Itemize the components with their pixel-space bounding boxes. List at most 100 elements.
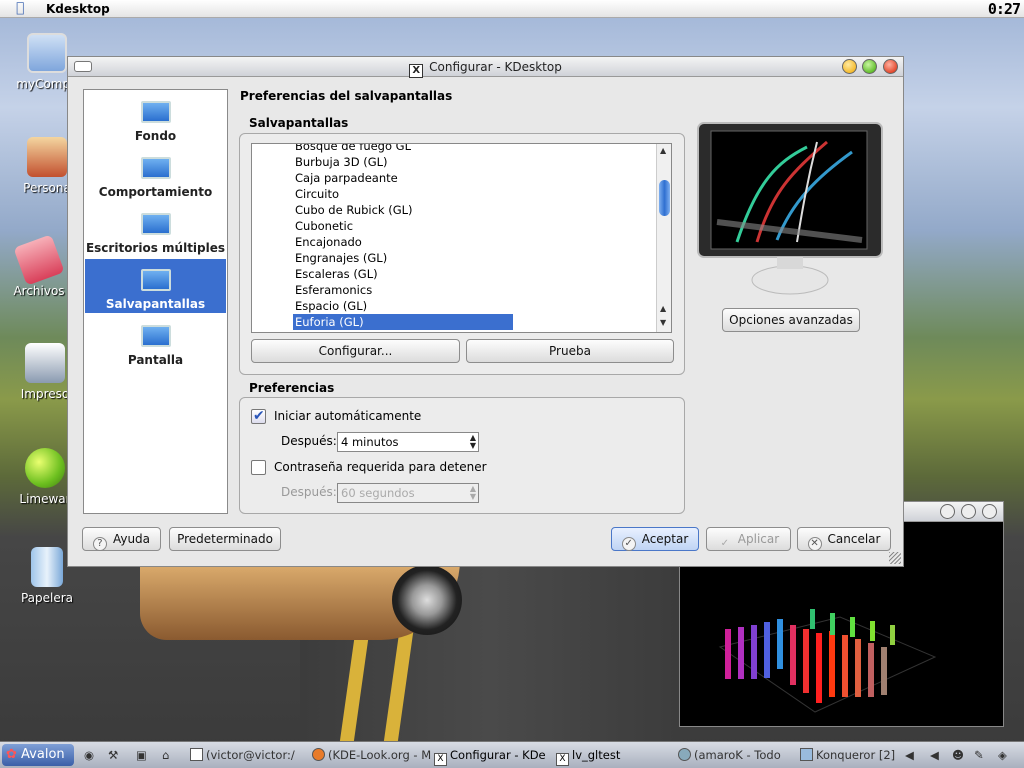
trash-icon (31, 547, 63, 587)
task-konqueror[interactable]: Konqueror [2] (800, 745, 895, 766)
task-configurar[interactable]: X Configurar - KDe (434, 745, 546, 766)
start-button[interactable]: ✿ Avalon (2, 744, 74, 766)
password-delay-spinbox[interactable]: 60 segundos ▲ ▼ (337, 483, 479, 503)
close-icon[interactable] (883, 59, 898, 74)
quicklaunch-tools-icon[interactable]: ⚒ (108, 745, 118, 766)
maximize-icon[interactable] (862, 59, 877, 74)
scroll-up-icon[interactable]: ▲ (660, 146, 666, 155)
desktop-icon-files[interactable]: Archivos (4, 234, 74, 298)
screensaver-group-label: Salvapantallas (249, 116, 349, 130)
help-label: Ayuda (112, 532, 151, 546)
desktop-icon-label: Limewar (19, 492, 71, 506)
password-label: Contraseña requerida para detener (274, 460, 487, 474)
dialog-title-bar[interactable]: X Configurar - KDesktop (68, 57, 903, 78)
quicklaunch-konqueror-icon[interactable]: ◉ (84, 745, 94, 766)
list-item-selected[interactable]: Euforia (GL) (293, 314, 513, 330)
apply-check-icon: ✓ (720, 538, 729, 549)
start-delay-value: 4 minutos (341, 435, 399, 449)
top-menubar:  Kdesktop 0:27 (0, 0, 1024, 18)
systray-user-icon[interactable]: ☻ (952, 745, 964, 766)
minimize-icon[interactable] (940, 504, 955, 519)
task-label: lv_gltest (572, 748, 621, 762)
desktop-icon-label: Papelera (20, 591, 74, 605)
monitor-icon (140, 157, 171, 179)
test-saver-button[interactable]: Prueba (466, 339, 674, 363)
taskbar: ✿ Avalon ◉ ⚒ ▣ ⌂ (victor@victor:/ (KDE-L… (0, 741, 1024, 768)
list-item[interactable]: Bosque de fuego GL (293, 144, 413, 154)
list-item[interactable]: Burbuja 3D (GL) (293, 154, 390, 170)
ok-button[interactable]: ✓ Aceptar (611, 527, 699, 551)
x11-app-icon: X (434, 753, 447, 766)
display-icon (140, 325, 171, 347)
list-item[interactable]: Cubo de Rubick (GL) (293, 202, 415, 218)
auto-start-checkbox[interactable] (251, 408, 266, 424)
list-item[interactable]: Esferamonics (293, 282, 374, 298)
task-firefox[interactable]: (KDE-Look.org - M (312, 745, 431, 766)
list-item[interactable]: Escaleras (GL) (293, 266, 380, 282)
task-amarok[interactable]: (amaroK - Todo (678, 745, 781, 766)
maximize-icon[interactable] (961, 504, 976, 519)
list-scrollbar[interactable]: ▲ ▲ ▼ (656, 144, 671, 332)
help-button[interactable]: ? Ayuda (82, 527, 161, 551)
monitor-icon (140, 213, 171, 235)
apple-menu-icon[interactable]:  (16, 1, 29, 16)
spin-arrows-icon[interactable]: ▲ ▼ (470, 485, 476, 501)
configure-saver-button[interactable]: Configurar... (251, 339, 460, 363)
task-label: (KDE-Look.org - M (328, 748, 432, 762)
sidebar-item-label: Escritorios múltiples (85, 241, 226, 255)
task-gltest[interactable]: Xlv_gltest (556, 745, 620, 766)
sidebar-item-label: Salvapantallas (105, 297, 206, 311)
screensaver-icon (140, 269, 171, 291)
quicklaunch-desktop-icon[interactable]: ▣ (136, 745, 147, 766)
sidebar-item-label: Pantalla (127, 353, 184, 367)
firefox-icon (312, 748, 325, 761)
minimize-icon[interactable] (842, 59, 857, 74)
menubar-clock: 0:27 (987, 0, 1021, 18)
screensaver-list[interactable]: Bosque de fuego GL Burbuja 3D (GL) Caja … (251, 143, 672, 333)
sidebar-item-label: Comportamiento (98, 185, 213, 199)
start-delay-spinbox[interactable]: 4 minutos ▲ ▼ (337, 432, 479, 452)
start-label: Avalon (21, 747, 65, 762)
quicklaunch-home-icon[interactable]: ⌂ (162, 745, 169, 766)
apply-button[interactable]: ✓ Aplicar (706, 527, 791, 551)
resize-grip-icon[interactable] (889, 552, 901, 564)
sidebar-item-fondo[interactable]: Fondo (85, 91, 226, 145)
spectrum-bars (725, 609, 895, 703)
close-icon[interactable] (982, 504, 997, 519)
configure-kdesktop-dialog[interactable]: X Configurar - KDesktop Fondo Comportamie… (67, 56, 904, 567)
task-terminal[interactable]: (victor@victor:/ (190, 745, 295, 766)
dialog-title: Configurar - KDesktop (429, 60, 562, 74)
taskbar-scroll-left-icon[interactable]: ◀ (905, 745, 914, 766)
sidebar-item-pantalla[interactable]: Pantalla (85, 315, 226, 369)
spin-arrows-icon[interactable]: ▲ ▼ (470, 434, 476, 450)
advanced-options-button[interactable]: Opciones avanzadas (722, 308, 860, 332)
list-item[interactable]: Circuito (293, 186, 341, 202)
sidebar-item-salvapantallas[interactable]: Salvapantallas (85, 259, 226, 313)
scroll-down-icon[interactable]: ▼ (660, 318, 666, 327)
printer-icon (25, 343, 65, 383)
sidebar-item-escritorios[interactable]: Escritorios múltiples (85, 203, 226, 257)
terminal-icon (190, 748, 203, 761)
cancel-button[interactable]: ✕ Cancelar (797, 527, 891, 551)
list-item[interactable]: Espacio (GL) (293, 298, 369, 314)
preferences-group-label: Preferencias (249, 381, 335, 395)
list-item[interactable]: Caja parpadeante (293, 170, 400, 186)
password-checkbox[interactable] (251, 460, 266, 475)
scrollbar-thumb[interactable] (659, 180, 670, 216)
list-item[interactable]: Engranajes (GL) (293, 250, 389, 266)
scroll-up-icon[interactable]: ▲ (660, 304, 666, 313)
defaults-button[interactable]: Predeterminado (169, 527, 281, 551)
taskbar-scroll-left-icon[interactable]: ◀ (930, 745, 939, 766)
desktop-icon-label: Persona (23, 181, 71, 195)
systray-notes-icon[interactable]: ✎ (974, 745, 984, 766)
files-icon (13, 234, 65, 286)
config-sidebar: Fondo Comportamiento Escritorios múltipl… (83, 89, 228, 514)
help-icon: ? (92, 537, 107, 551)
list-item[interactable]: Cubonetic (293, 218, 355, 234)
list-item[interactable]: Encajonado (293, 234, 364, 250)
task-label: Konqueror [2] (816, 748, 896, 762)
desktop-icon-label: Archivos (13, 284, 65, 298)
systray-network-icon[interactable]: ◈ (998, 745, 1007, 766)
computer-icon (27, 33, 67, 73)
sidebar-item-comportamiento[interactable]: Comportamiento (85, 147, 226, 201)
